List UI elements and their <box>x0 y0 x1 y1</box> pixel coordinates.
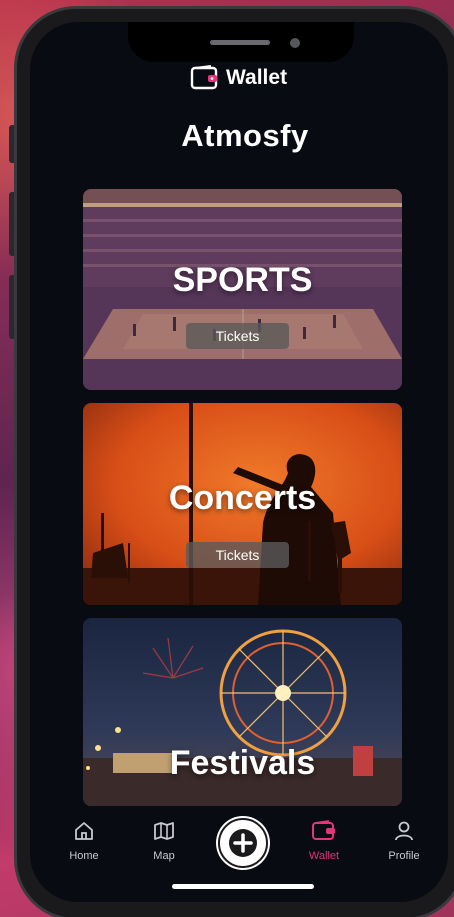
add-button[interactable] <box>218 818 268 868</box>
sports-title: SPORTS <box>172 261 313 299</box>
home-icon <box>75 822 93 840</box>
speaker <box>210 40 270 45</box>
front-camera <box>290 38 300 48</box>
map-icon <box>154 822 174 840</box>
wallet-icon <box>312 820 335 840</box>
page-header: Wallet <box>190 65 287 91</box>
app-title: Atmosfy <box>181 118 309 153</box>
sports-tickets-button[interactable]: Tickets <box>186 323 289 349</box>
home-indicator <box>172 884 314 889</box>
wallet-icon <box>190 65 218 90</box>
tab-profile[interactable]: Profile <box>364 814 444 862</box>
tab-home[interactable]: Home <box>44 814 124 862</box>
header-label: Wallet <box>226 66 288 89</box>
tab-wallet-label: Wallet <box>308 850 340 862</box>
tab-map-label: Map <box>153 850 175 862</box>
concerts-tickets-button[interactable]: Tickets <box>186 542 289 568</box>
concerts-title: Concerts <box>168 479 317 517</box>
tab-wallet[interactable]: Wallet <box>284 814 364 862</box>
tab-profile-label: Profile <box>388 850 420 862</box>
tab-map[interactable]: Map <box>124 814 204 862</box>
sports-card[interactable]: SPORTS Tickets <box>83 189 402 390</box>
tab-home-label: Home <box>69 850 99 862</box>
plus-icon <box>229 829 257 857</box>
festivals-card[interactable]: Festivals <box>83 618 402 806</box>
festivals-title: Festivals <box>169 744 316 782</box>
profile-icon <box>395 821 413 841</box>
concerts-card[interactable]: Concerts Tickets <box>83 403 402 605</box>
